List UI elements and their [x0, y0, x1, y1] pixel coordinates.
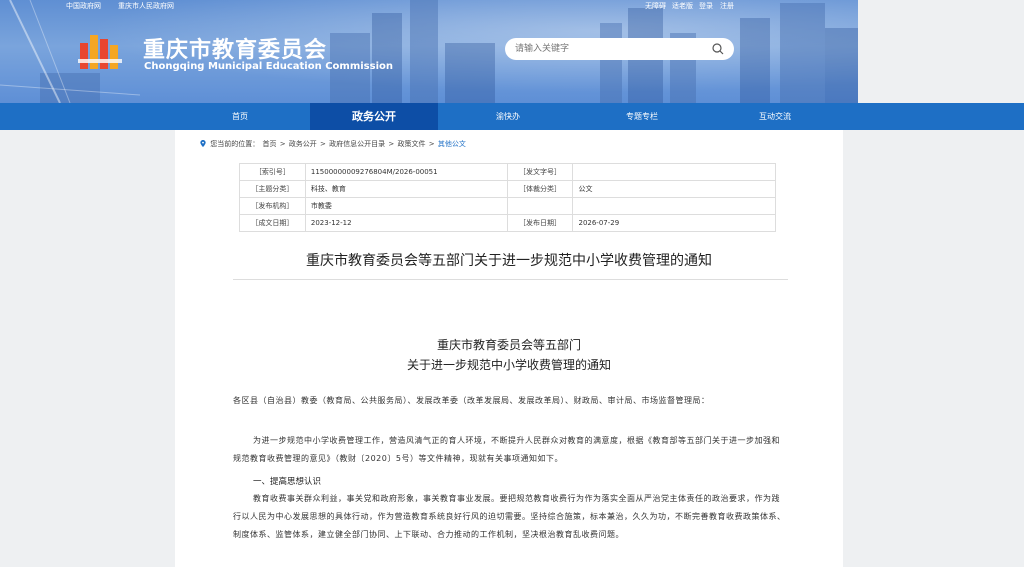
nav-item-interaction[interactable]: 互动交流 [715, 103, 835, 130]
banner-building [410, 0, 438, 103]
meta-key: ［发布日期］ [506, 214, 574, 232]
table-row: ［发布机构］ 市教委 [239, 197, 776, 215]
table-row: ［成文日期］ 2023-12-12 ［发布日期］ 2026-07-29 [239, 214, 776, 232]
search-input[interactable] [515, 41, 705, 57]
banner-building [780, 3, 825, 103]
table-row: ［主题分类］ 科技、教育 ［体裁分类］ 公文 [239, 180, 776, 198]
breadcrumb-home[interactable]: 首页 [262, 140, 276, 148]
site-logo-icon[interactable] [78, 29, 122, 71]
banner-building [445, 43, 495, 103]
meta-key [506, 197, 574, 215]
breadcrumb-other-docs[interactable]: 其他公文 [438, 140, 466, 148]
doc-recipients: 各区县（自治县）教委（教育局、公共服务局）、发展改革委（改革发展局、发展改革局）… [233, 396, 710, 405]
title-divider [233, 279, 788, 280]
doc-heading-line2: 关于进一步规范中小学收费管理的通知 [406, 358, 611, 372]
link-register[interactable]: 注册 [720, 1, 734, 11]
link-cq-gov[interactable]: 重庆市人民政府网 [118, 1, 174, 11]
link-elder-mode[interactable]: 适老版 [672, 1, 693, 11]
meta-value: 市教委 [304, 197, 508, 215]
breadcrumb-info-catalog[interactable]: 政府信息公开目录 [329, 140, 385, 148]
main-nav: 首页 政务公开 渝快办 专题专栏 互动交流 [0, 103, 1024, 130]
meta-value [572, 197, 776, 215]
nav-item-topics[interactable]: 专题专栏 [582, 103, 702, 130]
doc-section-text: 教育收费事关群众利益，事关党和政府形象，事关教育事业发展。要把规范教育收费行为作… [233, 494, 786, 539]
doc-intro: 为进一步规范中小学收费管理工作，营造风清气正的育人环境，不断提升人民群众对教育的… [233, 436, 780, 463]
breadcrumb-gov-affairs[interactable]: 政务公开 [289, 140, 317, 148]
meta-key: ［索引号］ [239, 163, 306, 181]
link-accessibility[interactable]: 无障碍 [645, 1, 666, 11]
meta-value: 11500000009276804M/2026-00051 [304, 163, 508, 181]
meta-value: 科技、教育 [304, 180, 508, 198]
meta-key: ［发文字号］ [506, 163, 574, 181]
document-meta-table: ［索引号］ 11500000009276804M/2026-00051 ［发文字… [239, 163, 776, 232]
location-pin-icon [200, 140, 206, 147]
nav-item-yukuaiban[interactable]: 渝快办 [448, 103, 568, 130]
meta-value: 公文 [572, 180, 776, 198]
meta-key: ［体裁分类］ [506, 180, 574, 198]
banner-building [740, 18, 770, 103]
search-box [505, 38, 734, 60]
doc-heading-line1: 重庆市教育委员会等五部门 [436, 338, 581, 352]
site-title[interactable]: 重庆市教育委员会 [143, 32, 327, 64]
banner-building [600, 23, 622, 103]
meta-key: ［主题分类］ [239, 180, 306, 198]
nav-item-home[interactable]: 首页 [180, 103, 300, 130]
banner-building [372, 13, 402, 103]
meta-key: ［成文日期］ [239, 214, 306, 232]
link-login[interactable]: 登录 [699, 1, 713, 11]
link-gov-cn[interactable]: 中国政府网 [66, 1, 101, 11]
document-title: 重庆市教育委员会等五部门关于进一步规范中小学收费管理的通知 [306, 253, 712, 269]
breadcrumb-sep: > [388, 140, 395, 148]
table-row: ［索引号］ 11500000009276804M/2026-00051 ［发文字… [239, 163, 776, 181]
doc-section-heading: 一、提高思想认识 [253, 477, 322, 487]
banner-building [825, 28, 858, 103]
meta-value [572, 163, 776, 181]
breadcrumb-sep: > [428, 140, 435, 148]
meta-value: 2026-07-29 [572, 214, 776, 232]
breadcrumb-sep: > [320, 140, 326, 148]
breadcrumb-policy-docs[interactable]: 政策文件 [398, 140, 426, 148]
breadcrumb-sep: > [279, 140, 286, 148]
meta-key: ［发布机构］ [239, 197, 306, 215]
nav-item-gov-affairs[interactable]: 政务公开 [310, 103, 438, 130]
breadcrumb: 您当前的位置： 首页 > 政务公开 > 政府信息公开目录 > 政策文件 > 其他… [200, 139, 467, 149]
search-icon[interactable] [712, 43, 724, 55]
breadcrumb-prefix: 您当前的位置： [210, 140, 260, 148]
top-bar: 中国政府网 重庆市人民政府网 无障碍 适老版 登录 注册 [0, 0, 858, 12]
meta-value: 2023-12-12 [304, 214, 508, 232]
site-subtitle: Chongqing Municipal Education Commission [144, 61, 393, 72]
